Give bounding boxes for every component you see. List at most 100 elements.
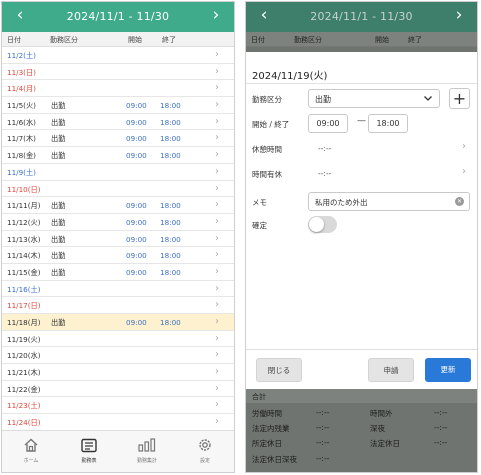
tab-timesheet-label: 勤務表 (81, 458, 97, 464)
paid-leave-chevron-icon[interactable]: › (462, 166, 466, 177)
paid-leave-value[interactable]: --:-- (318, 169, 331, 178)
day-row[interactable]: 11/6(水) 出勤 09:00 18:00 › (2, 114, 234, 131)
summary-label: 時間外 (370, 409, 393, 418)
day-start: 09:00 (126, 251, 147, 261)
chevron-right-icon: › (215, 282, 219, 294)
chevron-right-icon: › (215, 265, 219, 277)
day-start: 09:00 (126, 234, 147, 244)
day-row[interactable]: 11/21(木) › (2, 364, 234, 381)
chevron-right-icon: › (215, 382, 219, 394)
day-row[interactable]: 11/18(月) 出勤 09:00 18:00 › (2, 314, 234, 331)
home-icon (6, 436, 56, 454)
tab-summary-label: 勤務集計 (136, 458, 157, 464)
day-kind: 出勤 (51, 134, 66, 144)
end-time-input[interactable]: 18:00 (368, 114, 408, 133)
day-row[interactable]: 11/15(金) 出勤 09:00 18:00 › (2, 264, 234, 281)
tab-timesheet[interactable]: 勤務表 (64, 436, 114, 464)
day-row[interactable]: 11/13(水) 出勤 09:00 18:00 › (2, 231, 234, 248)
break-chevron-icon[interactable]: › (462, 141, 466, 152)
apply-button[interactable]: 申請 (368, 358, 414, 382)
start-time-input[interactable]: 09:00 (308, 114, 348, 133)
day-date: 11/4(月) (7, 84, 36, 94)
timesheet-list-screen: ‹ 2024/11/1 - 11/30 › 日付 勤務区分 開始 終了 11/2… (1, 1, 235, 473)
summary-label: 法定休日 (370, 439, 400, 448)
day-end: 18:00 (160, 151, 181, 161)
chevron-right-icon: › (215, 182, 219, 194)
day-row[interactable]: 11/23(土) › (2, 397, 234, 415)
day-row[interactable]: 11/5(火) 出勤 09:00 18:00 › (2, 97, 234, 114)
day-kind: 出勤 (51, 267, 66, 277)
tab-summary[interactable]: 勤務集計 (122, 436, 172, 464)
memo-input[interactable]: 私用のため外出 ✕ (308, 192, 470, 211)
day-end: 18:00 (160, 267, 181, 277)
next-month-button[interactable]: › (206, 5, 226, 25)
col-start-dimmed: 開始 (375, 36, 389, 44)
day-date: 11/10(日) (7, 184, 41, 194)
close-button[interactable]: 閉じる (256, 358, 302, 382)
chevron-down-icon (423, 93, 433, 105)
chevron-right-icon: › (215, 249, 219, 261)
col-date: 日付 (7, 36, 21, 44)
memo-label: メモ (252, 198, 267, 207)
day-row[interactable]: 11/9(土) › (2, 164, 234, 181)
chevron-right-icon: › (215, 299, 219, 311)
day-row[interactable]: 11/19(火) › (2, 331, 234, 348)
summary-value: --:-- (434, 408, 448, 417)
confirm-toggle[interactable] (308, 216, 337, 233)
day-date: 11/12(火) (7, 217, 41, 227)
day-row[interactable]: 11/2(土) › (2, 47, 234, 64)
bottom-tab-bar: ホーム 勤務表 勤務集計 設定 (2, 430, 234, 472)
day-end: 18:00 (160, 318, 181, 327)
day-row[interactable]: 11/14(木) 出勤 09:00 18:00 › (2, 247, 234, 264)
day-row[interactable]: 11/7(木) 出勤 09:00 18:00 › (2, 130, 234, 148)
day-row[interactable]: 11/24(日) › (2, 414, 234, 431)
clear-icon[interactable]: ✕ (455, 197, 464, 206)
summary-value: --:-- (434, 438, 448, 447)
day-row[interactable]: 11/4(月) › (2, 80, 234, 98)
tab-home[interactable]: ホーム (6, 436, 56, 464)
day-row[interactable]: 11/20(水) › (2, 347, 234, 365)
day-start: 09:00 (126, 318, 147, 327)
chevron-right-icon: › (215, 199, 219, 211)
action-bar: 閉じる 申請 更新 (246, 349, 477, 389)
day-date: 11/8(金) (7, 151, 36, 161)
chevron-right-icon: › (215, 366, 219, 378)
day-row[interactable]: 11/10(日) › (2, 181, 234, 198)
paid-leave-label: 時間有休 (252, 170, 282, 179)
day-start: 09:00 (126, 267, 147, 277)
day-kind: 出勤 (51, 101, 66, 111)
day-start: 09:00 (126, 217, 147, 227)
day-row[interactable]: 11/8(金) 出勤 09:00 18:00 › (2, 147, 234, 164)
day-row[interactable]: 11/12(火) 出勤 09:00 18:00 › (2, 214, 234, 231)
gear-icon (180, 436, 230, 454)
chevron-right-icon: › (215, 232, 219, 244)
update-button[interactable]: 更新 (425, 358, 471, 382)
kind-select[interactable]: 出勤 (308, 89, 440, 108)
day-end: 18:00 (160, 101, 181, 111)
day-row[interactable]: 11/16(土) › (2, 281, 234, 298)
time-separator: — (357, 116, 366, 126)
day-end: 18:00 (160, 117, 181, 127)
day-row[interactable]: 11/3(日) › (2, 64, 234, 81)
day-date: 11/22(金) (7, 384, 41, 394)
divider (246, 83, 477, 84)
chevron-right-icon: › (215, 165, 219, 177)
tab-settings[interactable]: 設定 (180, 436, 230, 464)
day-date: 11/7(木) (7, 134, 36, 144)
col-kind-dimmed: 勤務区分 (294, 36, 322, 44)
tab-settings-label: 設定 (199, 458, 210, 464)
col-end-dimmed: 終了 (408, 36, 422, 44)
chevron-right-icon: › (215, 99, 219, 111)
add-kind-button[interactable]: + (449, 88, 470, 109)
day-date: 11/23(土) (7, 401, 41, 411)
day-date: 11/19(火) (7, 334, 41, 344)
break-value[interactable]: --:-- (318, 144, 331, 153)
day-detail-screen: ‹ 2024/11/1 - 11/30 › 日付 勤務区分 開始 終了 2024… (245, 1, 478, 473)
day-date: 11/15(金) (7, 267, 41, 277)
day-row[interactable]: 11/17(日) › (2, 297, 234, 314)
next-month-button-dimmed: › (455, 5, 463, 25)
day-row[interactable]: 11/22(金) › (2, 381, 234, 398)
day-date: 11/9(土) (7, 167, 36, 177)
day-row[interactable]: 11/11(月) 出勤 09:00 18:00 › (2, 197, 234, 214)
col-kind: 勤務区分 (50, 36, 78, 44)
